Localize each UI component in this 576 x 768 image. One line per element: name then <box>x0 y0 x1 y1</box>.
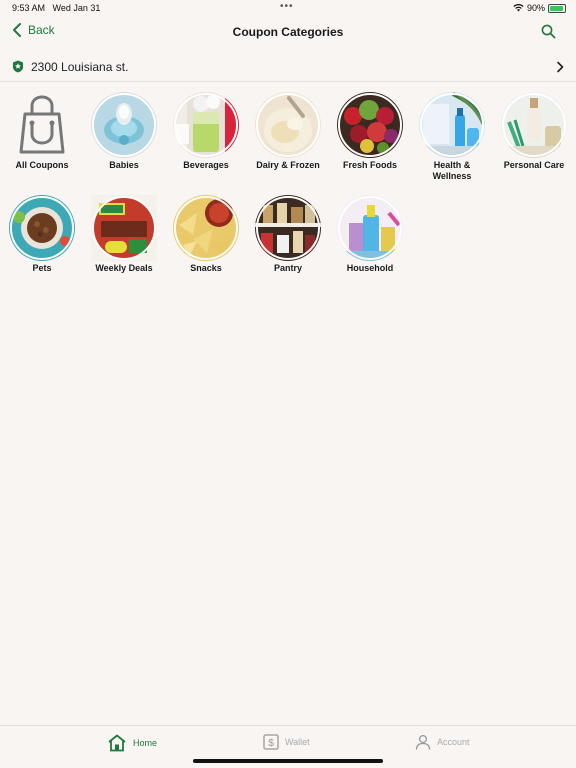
category-dairy-frozen[interactable]: Dairy & Frozen <box>247 92 329 171</box>
category-label: Pantry <box>273 263 302 273</box>
category-all-coupons[interactable]: All Coupons <box>1 92 83 171</box>
category-label: All Coupons <box>15 160 69 170</box>
tab-wallet[interactable]: $ Wallet <box>263 734 310 750</box>
category-pets[interactable]: Pets <box>1 195 83 274</box>
cleaning-supplies-image <box>337 195 403 261</box>
category-label: Health & Wellness <box>432 160 472 181</box>
tab-home-label: Home <box>133 738 158 748</box>
search-icon <box>541 24 556 39</box>
shopping-bag-icon <box>9 92 75 158</box>
navigation-bar: Back Coupon Categories <box>0 18 576 46</box>
chips-image <box>173 195 239 261</box>
category-pantry[interactable]: Pantry <box>247 195 329 274</box>
health-bottles-image <box>419 92 485 158</box>
wallet-icon: $ <box>263 734 279 750</box>
category-personal-care[interactable]: Personal Care <box>493 92 575 171</box>
pet-food-image <box>9 195 75 261</box>
fruit-bowl-image <box>337 92 403 158</box>
category-label: Snacks <box>190 263 222 273</box>
category-label: Weekly Deals <box>95 263 153 273</box>
home-icon <box>108 734 126 752</box>
status-time: 9:53 AM Wed Jan 31 <box>12 3 100 13</box>
category-beverages[interactable]: Beverages <box>165 92 247 171</box>
tab-account-label: Account <box>437 737 470 747</box>
personal-care-image <box>501 92 567 158</box>
home-indicator[interactable] <box>193 759 383 763</box>
ice-cream-image <box>255 92 321 158</box>
store-badge-icon <box>13 60 23 73</box>
tab-home[interactable]: Home <box>107 734 157 752</box>
category-label: Beverages <box>183 160 229 170</box>
category-babies[interactable]: Babies <box>83 92 165 171</box>
store-address: 2300 Louisiana st. <box>31 60 129 74</box>
beverages-image <box>173 92 239 158</box>
page-title: Coupon Categories <box>232 25 344 39</box>
status-indicators: 90% <box>513 3 566 13</box>
category-weekly-deals[interactable]: Weekly Deals <box>83 195 165 274</box>
svg-text:$: $ <box>268 738 274 749</box>
search-button[interactable] <box>541 24 556 44</box>
category-label: Babies <box>109 160 139 170</box>
battery-icon <box>548 3 566 13</box>
battery-percent: 90% <box>526 3 545 13</box>
tab-account[interactable]: Account <box>415 734 470 750</box>
wifi-icon <box>513 4 524 12</box>
tab-wallet-label: Wallet <box>285 737 310 747</box>
category-fresh-foods[interactable]: Fresh Foods <box>329 92 411 171</box>
clock-text: 9:53 AM <box>12 3 46 13</box>
category-label: Pets <box>32 263 52 273</box>
store-location-row[interactable]: 2300 Louisiana st. <box>0 54 576 82</box>
chevron-right-icon <box>557 61 564 73</box>
status-bar: 9:53 AM Wed Jan 31 ••• 90% <box>0 0 576 16</box>
category-label: Dairy & Frozen <box>256 160 320 170</box>
pacifier-image <box>91 92 157 158</box>
category-label: Personal Care <box>503 160 565 170</box>
category-snacks[interactable]: Snacks <box>165 195 247 274</box>
category-household[interactable]: Household <box>329 195 411 274</box>
date-text: Wed Jan 31 <box>52 3 101 13</box>
weekly-deals-image <box>91 195 157 261</box>
category-health-wellness[interactable]: Health & Wellness <box>411 92 493 182</box>
category-label: Fresh Foods <box>342 160 397 170</box>
multitasking-dots-icon[interactable]: ••• <box>280 1 294 12</box>
pantry-shelf-image <box>255 195 321 261</box>
category-label: Household <box>346 263 394 273</box>
account-icon <box>415 734 431 750</box>
